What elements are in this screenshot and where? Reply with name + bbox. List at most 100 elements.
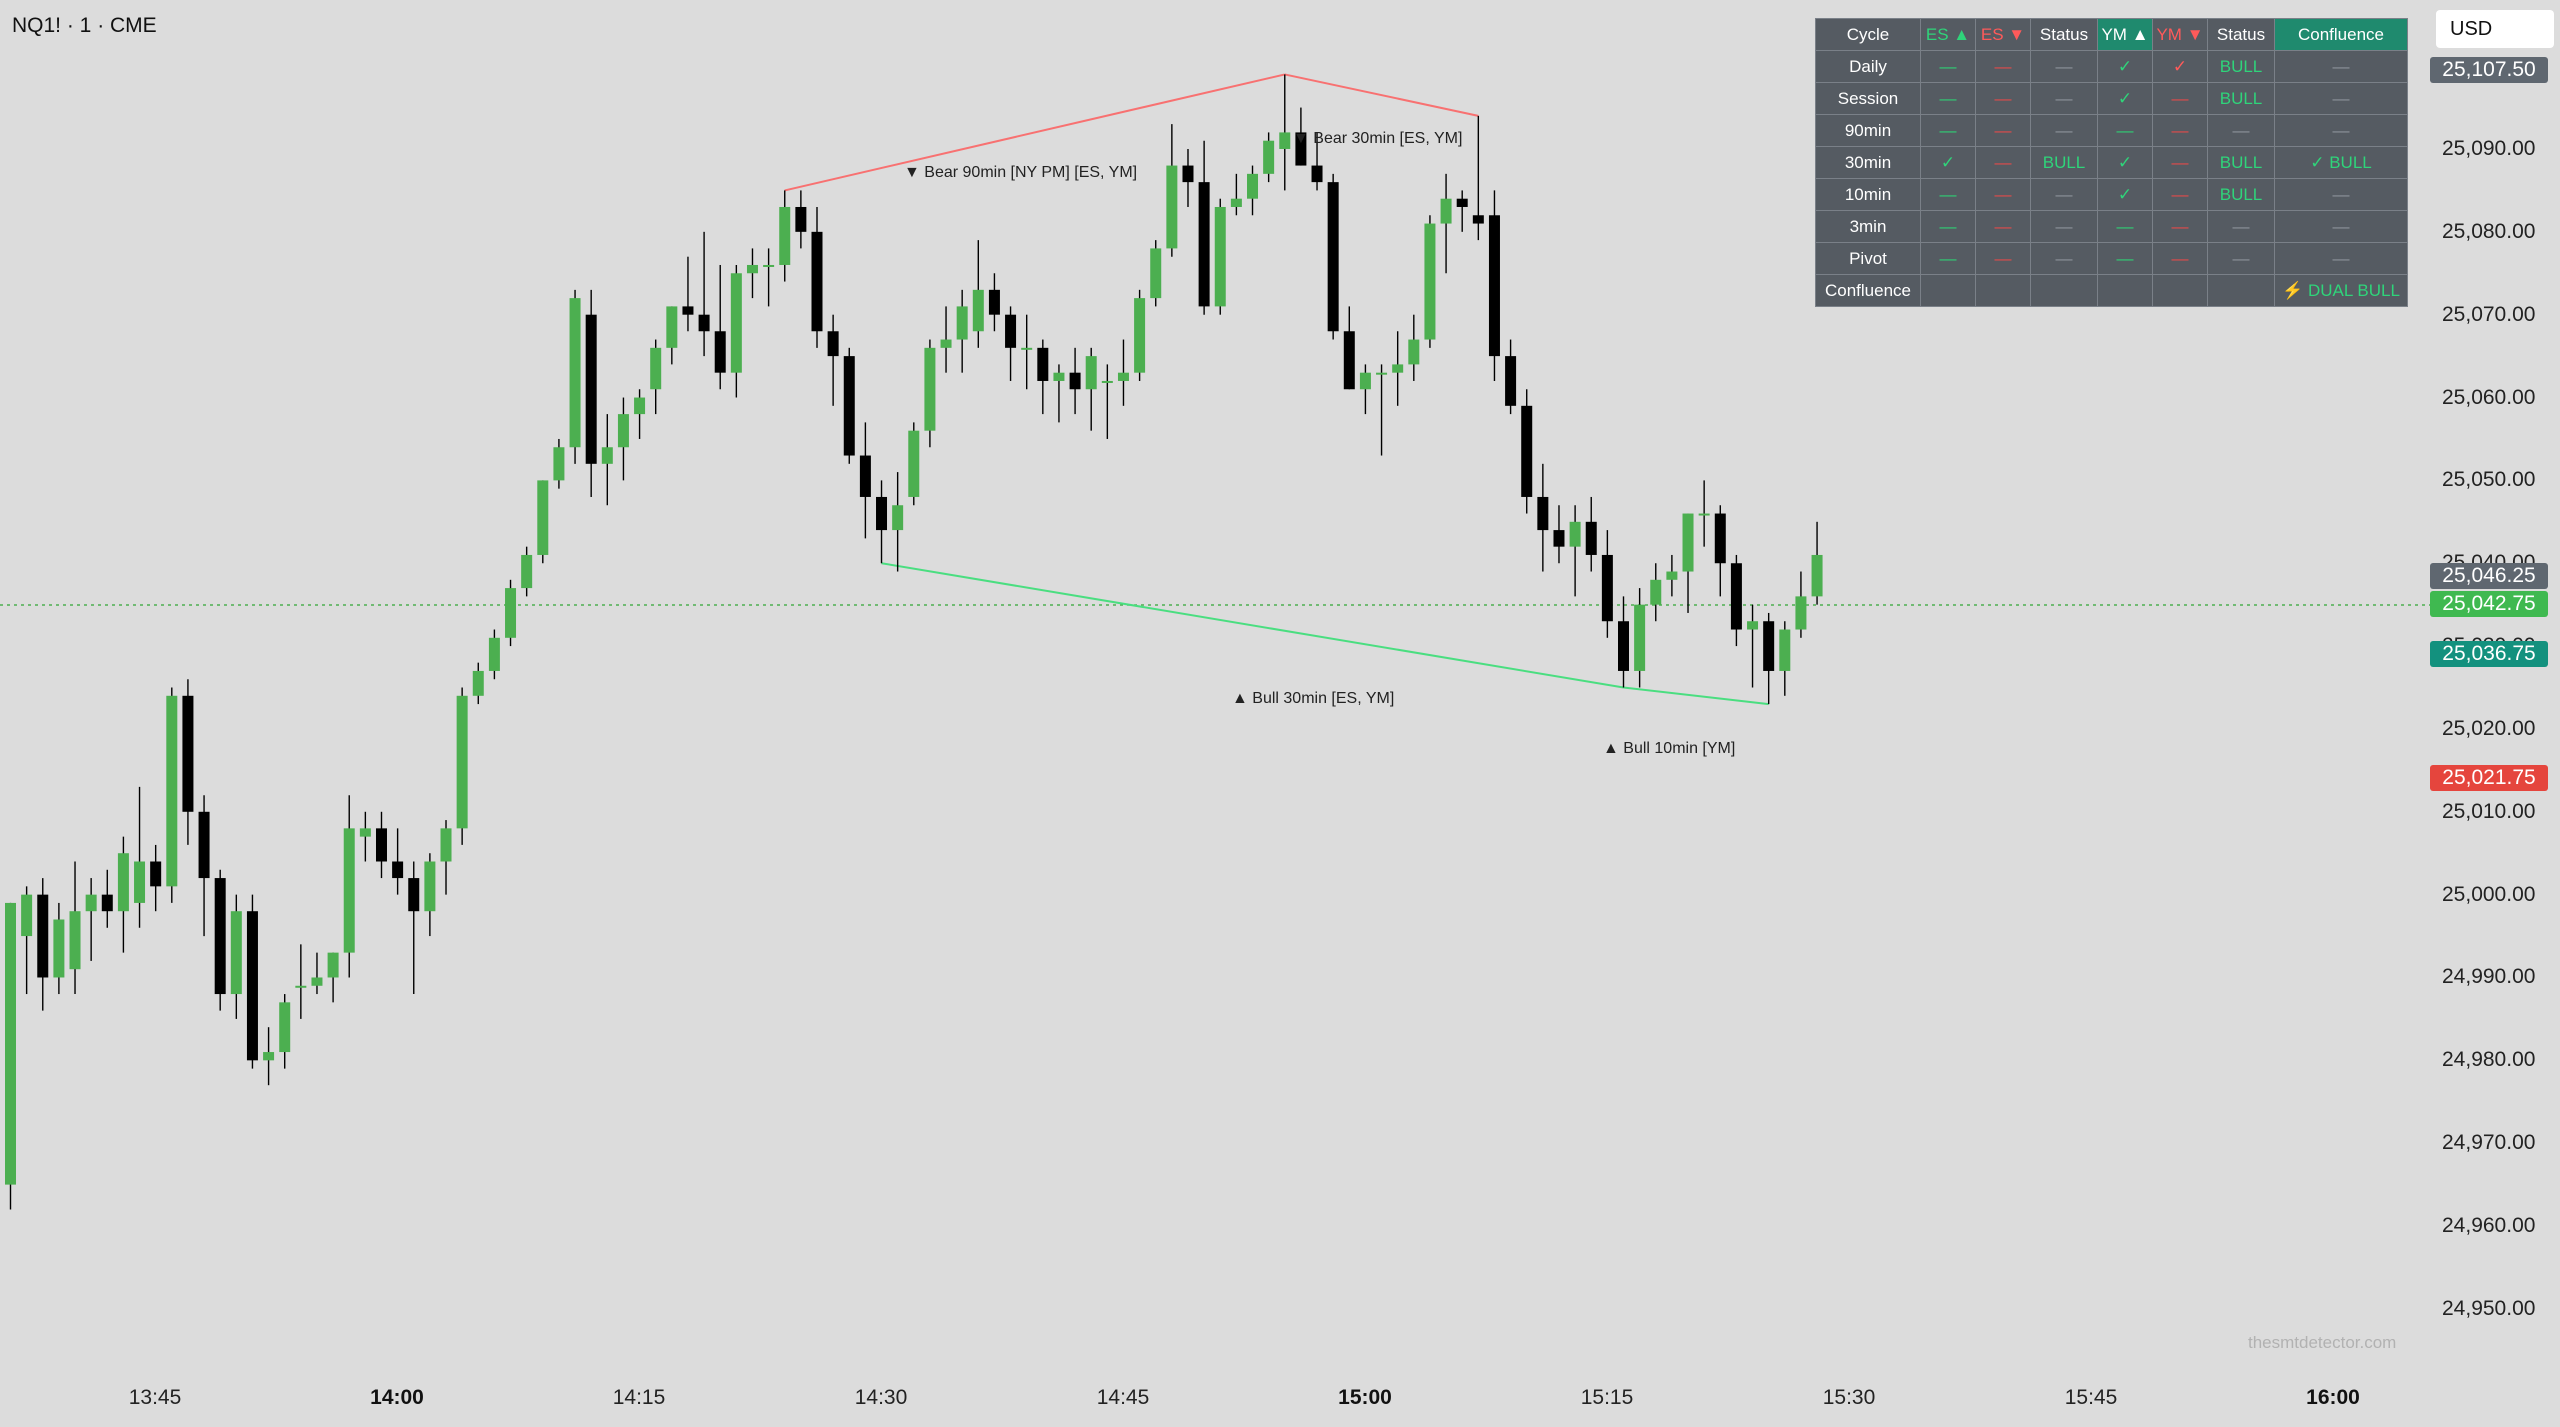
divergence-line	[881, 562, 1624, 689]
table-cell-ym-status: BULL	[2207, 178, 2275, 211]
time-tick-label: 14:45	[1096, 1386, 1150, 1409]
candle-bear	[246, 911, 258, 1061]
candle-bull	[956, 306, 968, 340]
time-tick-label: 15:45	[2064, 1386, 2118, 1409]
table-cell-ym-up: —	[2097, 114, 2153, 147]
candle-bull	[1101, 380, 1113, 383]
candle-bull	[1440, 198, 1452, 224]
candle-bear	[1521, 405, 1533, 497]
candle-bear	[375, 828, 387, 862]
candle-bull	[746, 264, 758, 274]
candle-bull	[1811, 554, 1823, 597]
candle-bull	[424, 861, 436, 912]
candle-bear	[795, 206, 807, 232]
candle-bear	[1327, 182, 1339, 332]
table-cell-conf: —	[2274, 210, 2408, 243]
candle-bull	[763, 264, 775, 267]
candle-bear	[1311, 165, 1323, 183]
table-cell-es-status: BULL	[2030, 146, 2098, 179]
symbol-title[interactable]: NQ1! · 1 · CME	[12, 14, 157, 38]
table-cell-ym-dn	[2152, 274, 2208, 307]
candle-bull	[440, 828, 452, 862]
col-header-es-down: ES ▼	[1975, 18, 2031, 51]
price-tick-label: 24,990.00	[2442, 965, 2536, 989]
candle-bull	[1359, 372, 1371, 390]
table-cell-ym-up: ✓	[2097, 178, 2153, 211]
candle-bull	[327, 952, 339, 978]
candle-bear	[408, 878, 420, 912]
col-header-es-status: Status	[2030, 18, 2098, 51]
table-cell-es-status: —	[2030, 242, 2098, 275]
price-tick-label: 24,950.00	[2442, 1296, 2536, 1320]
table-cell-cycle: 3min	[1815, 210, 1921, 243]
table-cell-conf: —	[2274, 114, 2408, 147]
table-cell-es-dn	[1975, 274, 2031, 307]
candle-bull	[1021, 347, 1033, 350]
candle-bear	[1182, 165, 1194, 183]
table-cell-conf: —	[2274, 50, 2408, 83]
watermark: thesmtdetector.com	[2248, 1333, 2397, 1352]
candle-bull	[650, 347, 662, 390]
divergence-line	[1284, 73, 1479, 117]
time-tick-label: 15:30	[1822, 1386, 1876, 1409]
candle-bear	[714, 331, 726, 373]
candle-bear	[1730, 563, 1742, 630]
candle-bull	[456, 695, 468, 829]
candle-bear	[1198, 182, 1210, 307]
candle-bull	[1150, 248, 1162, 299]
candle-bull	[1569, 521, 1581, 547]
candle-bear	[988, 289, 1000, 315]
table-row: 3min — — — — — — —	[1815, 210, 2408, 243]
table-cell-conf: ⚡ DUAL BULL	[2274, 274, 2408, 307]
table-cell-cycle: Session	[1815, 82, 1921, 115]
candle-bull	[1408, 339, 1420, 365]
annotation-bull-30min: ▲ Bull 30min [ES, YM]	[1232, 690, 1395, 707]
price-tag: 25,046.25	[2430, 563, 2548, 589]
annotation-bear-90min: ▼ Bear 90min [NY PM] [ES, YM]	[904, 164, 1138, 181]
candle-bull	[488, 637, 500, 671]
price-tag: 25,021.75	[2430, 765, 2548, 791]
time-tick-label: 15:00	[1338, 1386, 1392, 1409]
table-cell-cycle: 30min	[1815, 146, 1921, 179]
table-cell-cycle: Confluence	[1815, 274, 1921, 307]
candle-bear	[1585, 521, 1597, 555]
price-tag: 25,042.75	[2430, 591, 2548, 617]
candle-bear	[811, 231, 823, 332]
currency-button[interactable]: USD	[2436, 10, 2554, 48]
candle-bull	[279, 1002, 291, 1053]
candle-bull	[1779, 629, 1791, 671]
smt-confluence-table: Cycle ES ▲ ES ▼ Status YM ▲ YM ▼ Status …	[1815, 18, 2408, 307]
candle-bull	[1214, 206, 1226, 307]
table-cell-cycle: Pivot	[1815, 242, 1921, 275]
candle-bear	[1714, 513, 1726, 564]
table-cell-es-up: —	[1920, 50, 1976, 83]
candle-bull	[1392, 364, 1404, 373]
table-cell-ym-status	[2207, 274, 2275, 307]
table-cell-es-dn: —	[1975, 178, 2031, 211]
candle-bull	[908, 430, 920, 497]
candle-bull	[117, 853, 129, 912]
price-tick-label: 25,080.00	[2442, 219, 2536, 243]
candle-bull	[601, 447, 613, 464]
price-tick-label: 24,980.00	[2442, 1048, 2536, 1072]
table-cell-es-status: —	[2030, 210, 2098, 243]
time-tick-label: 14:30	[854, 1386, 908, 1409]
table-cell-es-up: ✓	[1920, 146, 1976, 179]
candle-bull	[134, 861, 146, 903]
table-cell-ym-dn: —	[2152, 114, 2208, 147]
table-cell-ym-status: —	[2207, 210, 2275, 243]
price-tag: 25,036.75	[2430, 641, 2548, 667]
table-cell-ym-status: —	[2207, 114, 2275, 147]
table-cell-es-dn: —	[1975, 82, 2031, 115]
candle-bull	[21, 894, 33, 937]
candle-bull	[1053, 372, 1065, 381]
candle-bear	[682, 306, 694, 315]
table-cell-es-dn: —	[1975, 242, 2031, 275]
candle-bear	[843, 356, 855, 456]
candle-bull	[1666, 571, 1678, 580]
table-cell-es-dn: —	[1975, 210, 2031, 243]
candle-bear	[1343, 331, 1355, 390]
table-cell-es-up: —	[1920, 82, 1976, 115]
candle-bear	[1553, 530, 1565, 547]
candle-bull	[1424, 223, 1436, 340]
